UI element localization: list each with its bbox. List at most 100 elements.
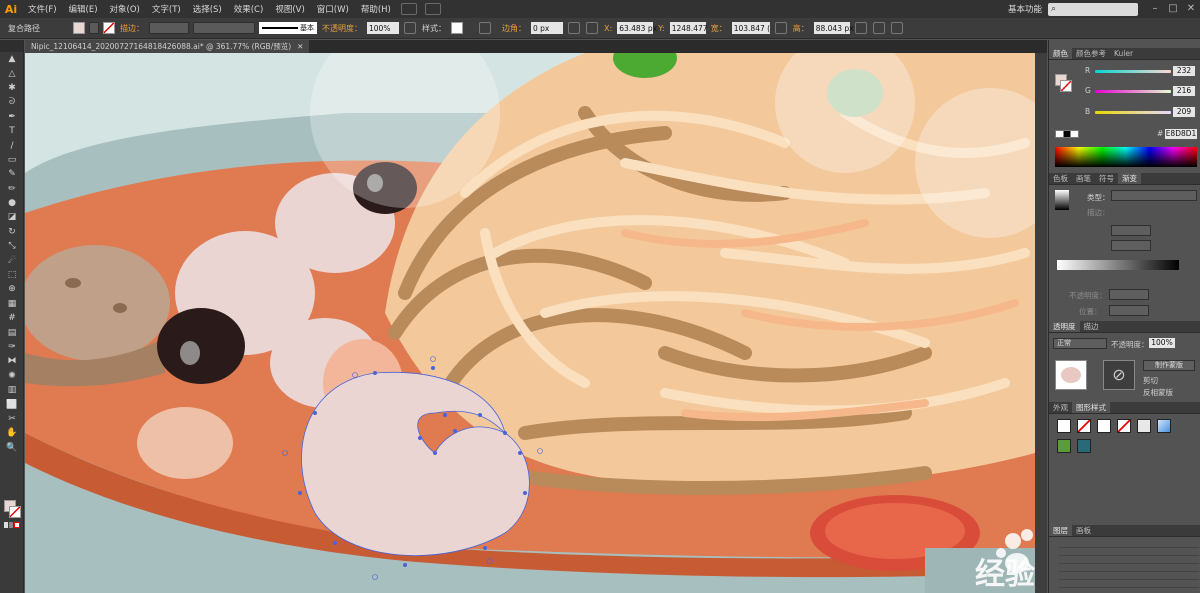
tab-layers[interactable]: 图层 <box>1049 525 1072 536</box>
tab-swatches[interactable]: 色板 <box>1049 173 1072 184</box>
graph-icon[interactable]: ▥ <box>0 383 24 397</box>
fill-swatch[interactable] <box>73 22 85 34</box>
layer-row[interactable] <box>1059 557 1199 564</box>
blob-brush-icon[interactable]: ● <box>0 196 24 210</box>
menu-effect[interactable]: 效果(C) <box>228 3 270 15</box>
make-mask-button[interactable]: 制作蒙版 <box>1143 360 1195 371</box>
r-value-field[interactable]: 232 <box>1173 66 1195 76</box>
tab-stroke[interactable]: 描边 <box>1080 321 1103 332</box>
opacity-label[interactable]: 不透明度： <box>322 23 362 34</box>
reference-point-icon[interactable] <box>586 22 598 34</box>
workspace-switcher[interactable]: 基本功能 <box>1008 3 1042 15</box>
eyedropper-icon[interactable]: ✑ <box>0 340 24 354</box>
bridge-icon[interactable] <box>400 3 417 15</box>
w-field[interactable]: 103.847 ( <box>731 22 770 34</box>
color-spectrum[interactable] <box>1055 147 1197 167</box>
hand-icon[interactable]: ✋ <box>0 426 24 440</box>
magic-wand-icon[interactable]: ✱ <box>0 81 24 95</box>
eraser-icon[interactable]: ◪ <box>0 210 24 224</box>
color-mode-buttons[interactable] <box>4 522 20 528</box>
stroke-swatch[interactable] <box>103 22 115 34</box>
y-label[interactable]: Y: <box>658 24 665 33</box>
h-field[interactable]: 88.043 px <box>813 22 854 34</box>
mask-placeholder-icon[interactable]: ⊘ <box>1103 360 1135 390</box>
menu-select[interactable]: 选择(S) <box>187 3 228 15</box>
layer-row[interactable] <box>1059 565 1199 572</box>
arrange-documents-icon[interactable] <box>424 3 441 15</box>
tab-kuler[interactable]: Kuler <box>1110 48 1137 59</box>
stroke-label[interactable]: 描边： <box>120 23 144 34</box>
maximize-button[interactable]: □ <box>1167 3 1179 15</box>
style-teal-texture[interactable] <box>1077 439 1091 453</box>
g-value-field[interactable]: 216 <box>1173 86 1195 96</box>
w-label[interactable]: 宽： <box>711 23 727 34</box>
clip-checkbox[interactable]: 剪切 <box>1143 375 1158 386</box>
style-green-texture[interactable] <box>1057 439 1071 453</box>
minimize-button[interactable]: – <box>1149 3 1161 15</box>
free-transform-icon[interactable]: ⬚ <box>0 268 24 282</box>
menu-help[interactable]: 帮助(H) <box>355 3 397 15</box>
opacity-field[interactable]: 100% <box>367 22 399 34</box>
style-no-stroke[interactable] <box>1077 419 1091 433</box>
tab-artboards[interactable]: 画板 <box>1072 525 1095 536</box>
pencil-icon[interactable]: ✏ <box>0 182 24 196</box>
opacity-arrow-icon[interactable] <box>404 22 416 34</box>
slice-icon[interactable]: ✂ <box>0 412 24 426</box>
style-default[interactable] <box>1057 419 1071 433</box>
color-stroke-swatch[interactable] <box>1060 80 1072 92</box>
g-slider[interactable] <box>1095 90 1171 93</box>
tab-symbols[interactable]: 符号 <box>1095 173 1118 184</box>
search-input[interactable]: ⌕ <box>1048 2 1138 16</box>
gradient-icon[interactable]: ▤ <box>0 325 24 339</box>
b-slider[interactable] <box>1095 111 1171 114</box>
tab-color-guide[interactable]: 颜色参考 <box>1072 48 1110 59</box>
fill-dropdown[interactable] <box>89 22 99 34</box>
menu-file[interactable]: 文件(F) <box>22 3 63 15</box>
style-grey[interactable] <box>1137 419 1151 433</box>
pen-icon[interactable]: ✒ <box>0 110 24 124</box>
tab-graphic-styles[interactable]: 图形样式 <box>1072 402 1110 413</box>
menu-window[interactable]: 窗口(W) <box>311 3 355 15</box>
warp-icon[interactable]: ☄ <box>0 253 24 267</box>
corner-label[interactable]: 边角： <box>502 23 526 34</box>
perspective-icon[interactable]: ▦ <box>0 297 24 311</box>
lasso-icon[interactable]: ᘐ <box>0 95 24 109</box>
transparency-opacity-field[interactable]: 100% <box>1149 338 1175 348</box>
symbol-sprayer-icon[interactable]: ✺ <box>0 369 24 383</box>
h-label[interactable]: 高： <box>793 23 809 34</box>
layer-row[interactable] <box>1059 541 1199 548</box>
hex-field[interactable]: E8D8D1 <box>1165 129 1197 139</box>
x-label[interactable]: X: <box>604 24 612 33</box>
gradient-aspect-field[interactable] <box>1111 240 1151 251</box>
line-icon[interactable]: / <box>0 138 24 152</box>
rectangle-icon[interactable]: ▭ <box>0 153 24 167</box>
style-outline[interactable] <box>1117 419 1131 433</box>
close-tab-icon[interactable]: ✕ <box>297 42 303 51</box>
vertical-scrollbar[interactable] <box>1035 53 1047 593</box>
constrain-proportions-icon[interactable] <box>774 22 787 34</box>
y-field[interactable]: 1248.477 <box>669 22 708 34</box>
menu-type[interactable]: 文字(T) <box>146 3 187 15</box>
style-blue[interactable] <box>1157 419 1171 433</box>
style-white[interactable] <box>1097 419 1111 433</box>
align-icon[interactable] <box>568 22 580 34</box>
gradient-position-field[interactable] <box>1109 305 1149 316</box>
tab-transparency[interactable]: 透明度 <box>1049 321 1080 332</box>
type-icon[interactable]: T <box>0 124 24 138</box>
transform-options-icon[interactable] <box>854 22 867 34</box>
scale-icon[interactable]: ⤡ <box>0 239 24 253</box>
artboard-icon[interactable]: ⬜ <box>0 397 24 411</box>
close-button[interactable]: ✕ <box>1185 3 1197 15</box>
blend-icon[interactable]: ⧓ <box>0 354 24 368</box>
corner-field[interactable]: 0 px <box>531 22 563 34</box>
shape-builder-icon[interactable]: ⊕ <box>0 282 24 296</box>
gradient-slider[interactable] <box>1057 260 1179 270</box>
layer-row[interactable] <box>1059 581 1199 588</box>
stroke-color-indicator[interactable] <box>9 506 21 518</box>
artboard-canvas[interactable]: 经验 <box>25 53 1035 593</box>
variable-width-dropdown[interactable] <box>193 22 255 34</box>
layer-row[interactable] <box>1059 549 1199 556</box>
recolor-icon[interactable] <box>479 22 491 34</box>
mesh-icon[interactable]: # <box>0 311 24 325</box>
gradient-opacity-field[interactable] <box>1109 289 1149 300</box>
